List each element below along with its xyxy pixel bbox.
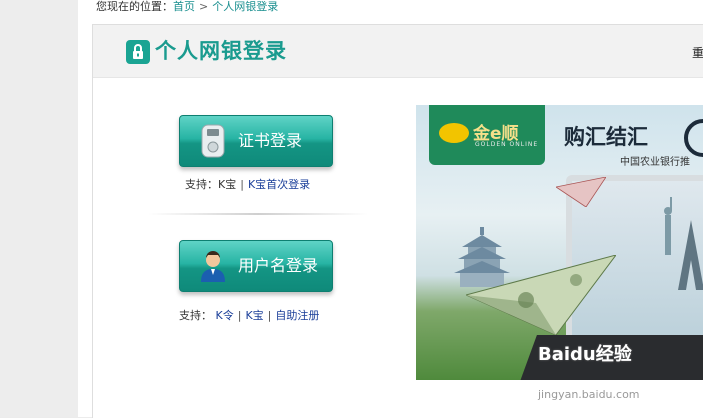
divider (148, 213, 368, 215)
support-separator: | (267, 309, 272, 322)
certificate-login-label: 证书登录 (238, 131, 303, 150)
certificate-login-button[interactable]: 证书登录 (179, 115, 333, 167)
certificate-support-line: 支持：K宝 | K宝首次登录 (185, 178, 310, 192)
user-avatar-icon (201, 251, 225, 282)
page-wrapper: 您现在的位置：首页 > 个人网银登录 个人网银登录 重 证书登录 支持：K宝 |… (78, 0, 703, 418)
username-login-label: 用户名登录 (238, 256, 319, 275)
promo-banner[interactable]: 金e顺 GOLDEN ONLINE 购汇结汇 中国农业银行推 (416, 105, 703, 380)
username-support-prefix: 支持： (179, 309, 212, 322)
panel-header: 个人网银登录 重 (93, 25, 703, 78)
watermark-url: jingyan.baidu.com (538, 388, 640, 401)
kbao-first-login-link[interactable]: K宝首次登录 (248, 178, 310, 191)
watermark-main-text: Baidu经验 (538, 344, 632, 365)
breadcrumb: 您现在的位置：首页 > 个人网银登录 (96, 0, 278, 16)
username-support-line: 支持： K令 | K宝 | 自助注册 (179, 309, 319, 323)
money-paper-plane-graphic (466, 255, 616, 335)
logo-mark-icon (439, 123, 469, 143)
breadcrumb-prefix: 您现在的位置： (96, 0, 173, 13)
page-title: 个人网银登录 (155, 39, 287, 63)
eiffel-tower-graphic (678, 220, 703, 290)
lock-icon (126, 40, 150, 64)
breadcrumb-current-link[interactable]: 个人网银登录 (212, 0, 278, 13)
breadcrumb-home-link[interactable]: 首页 (173, 0, 195, 13)
kling-link[interactable]: K令 (216, 309, 234, 322)
kbao-link[interactable]: K宝 (245, 309, 263, 322)
support-separator: | (240, 178, 244, 191)
banner-headline: 购汇结汇 (564, 125, 648, 149)
logo-subtext: GOLDEN ONLINE (475, 141, 539, 148)
username-login-button[interactable]: 用户名登录 (179, 240, 333, 292)
golden-online-logo: 金e顺 GOLDEN ONLINE (429, 105, 545, 165)
baidu-watermark: Baidu经验 (538, 340, 632, 366)
header-right-text[interactable]: 重 (692, 44, 703, 61)
self-register-link[interactable]: 自助注册 (275, 309, 319, 322)
paper-plane-graphic (556, 177, 606, 207)
left-gutter (0, 0, 78, 417)
certificate-support-prefix: 支持：K宝 (185, 178, 237, 191)
statue-of-liberty-graphic (664, 197, 672, 255)
breadcrumb-separator: > (199, 0, 209, 13)
support-separator: | (237, 309, 242, 322)
banner-subline: 中国农业银行推 (620, 157, 690, 168)
usb-key-icon (201, 124, 225, 158)
banner-ring-graphic (684, 119, 703, 157)
